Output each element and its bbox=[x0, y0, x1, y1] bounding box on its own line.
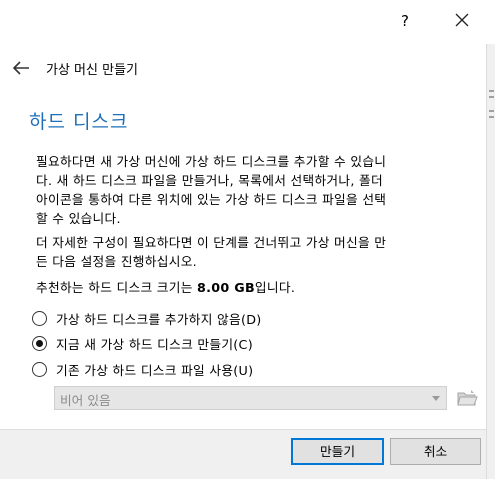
description-paragraph: 필요하다면 새 가상 머신에 가상 하드 디스크를 추가할 수 있습니 다. 새… bbox=[36, 152, 476, 228]
advanced-note-paragraph: 더 자세한 구성이 필요하다면 이 단계를 건너뛰고 가상 머신을 만 든 다음… bbox=[36, 233, 476, 271]
radio-button[interactable] bbox=[32, 310, 47, 326]
close-icon bbox=[455, 13, 469, 27]
strip-mark bbox=[489, 90, 494, 92]
cancel-button[interactable]: 취소 bbox=[390, 438, 481, 465]
strip-mark bbox=[489, 110, 494, 112]
background-window-strip bbox=[486, 44, 495, 479]
back-button[interactable] bbox=[10, 58, 32, 78]
radio-button[interactable] bbox=[32, 361, 47, 377]
existing-disk-select[interactable]: 비어 있음 bbox=[54, 386, 447, 410]
radio-button-selected[interactable] bbox=[32, 335, 47, 351]
radio-label: 기존 가상 하드 디스크 파일 사용(U) bbox=[56, 362, 254, 378]
wizard-title: 가상 머신 만들기 bbox=[46, 63, 138, 78]
help-button[interactable]: ? bbox=[391, 8, 419, 34]
text-line: 다. 새 하드 디스크 파일을 만들거나, 목록에서 선택하거나, 폴더 bbox=[36, 173, 383, 188]
create-button[interactable]: 만들기 bbox=[291, 438, 384, 465]
recommended-size-value: 8.00 GB bbox=[197, 280, 255, 295]
select-value: 비어 있음 bbox=[60, 393, 111, 408]
recommended-size-suffix: 입니다. bbox=[254, 280, 296, 295]
choose-disk-file-button[interactable] bbox=[456, 388, 478, 410]
radio-use-existing-disk[interactable]: 기존 가상 하드 디스크 파일 사용(U) bbox=[32, 359, 253, 379]
page-title: 하드 디스크 bbox=[29, 111, 129, 133]
title-bar: ? bbox=[0, 0, 495, 44]
recommended-size-text: 추천하는 하드 디스크 크기는 8.00 GB입니다. bbox=[36, 278, 476, 297]
radio-create-new-disk[interactable]: 지금 새 가상 하드 디스크 만들기(C) bbox=[32, 333, 253, 353]
text-line: 더 자세한 구성이 필요하다면 이 단계를 건너뛰고 가상 머신을 만 bbox=[36, 235, 387, 250]
close-button[interactable] bbox=[447, 8, 477, 34]
radio-label: 가상 하드 디스크를 추가하지 않음(D) bbox=[56, 311, 262, 327]
recommended-size-prefix: 추천하는 하드 디스크 크기는 bbox=[36, 280, 198, 295]
radio-no-disk[interactable]: 가상 하드 디스크를 추가하지 않음(D) bbox=[32, 308, 262, 328]
text-line: 할 수 있습니다. bbox=[36, 211, 121, 226]
strip-mark bbox=[489, 116, 494, 118]
chevron-down-icon bbox=[432, 396, 440, 401]
text-line: 필요하다면 새 가상 머신에 가상 하드 디스크를 추가할 수 있습니 bbox=[36, 154, 387, 169]
back-arrow-icon bbox=[12, 61, 29, 75]
text-line: 아이콘을 통하여 다른 위치에 있는 가상 하드 디스크 파일을 선택 bbox=[36, 192, 387, 207]
radio-label: 지금 새 가상 하드 디스크 만들기(C) bbox=[56, 336, 253, 352]
text-line: 든 다음 설정을 진행하십시오. bbox=[36, 254, 198, 269]
folder-icon bbox=[457, 390, 478, 406]
strip-mark bbox=[489, 96, 494, 98]
